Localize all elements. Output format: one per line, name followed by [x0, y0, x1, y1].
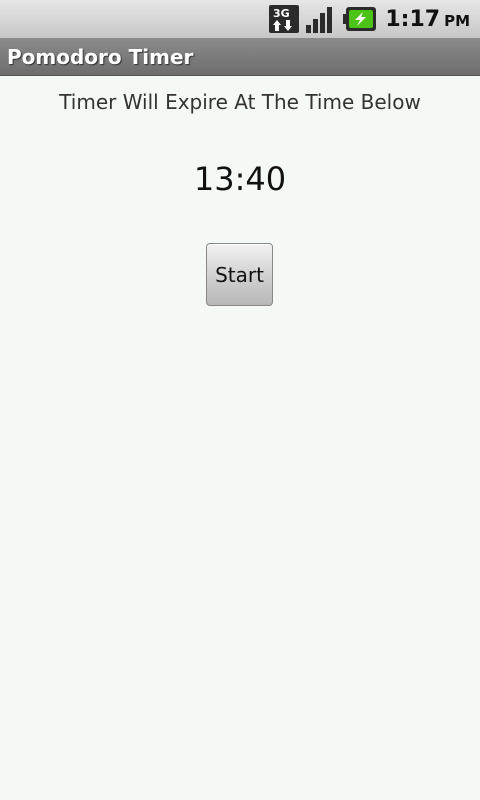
status-ampm: PM [444, 11, 470, 30]
status-bar: 3G 1:17 PM [0, 0, 480, 38]
battery-charging-icon [343, 6, 377, 32]
expire-time: 13:40 [193, 160, 287, 198]
3g-data-icon: 3G [269, 4, 300, 34]
status-clock: 1:17 PM [385, 7, 470, 32]
signal-strength-icon [305, 4, 337, 34]
title-bar: Pomodoro Timer [0, 38, 480, 76]
status-time: 1:17 [385, 6, 441, 32]
svg-text:3G: 3G [273, 7, 290, 20]
start-button[interactable]: Start [206, 243, 273, 306]
app-title: Pomodoro Timer [7, 44, 194, 69]
app-screen: 3G 1:17 PM Pomodoro Timer Timer Will Exp… [0, 0, 480, 800]
expire-caption: Timer Will Expire At The Time Below [59, 90, 421, 114]
